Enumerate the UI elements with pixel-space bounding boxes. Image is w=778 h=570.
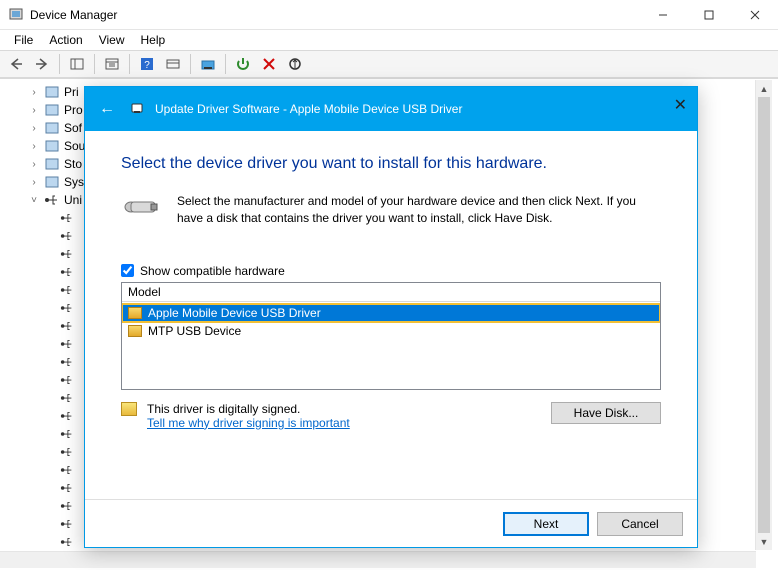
view-button[interactable] [161, 53, 185, 75]
model-item-apple[interactable]: Apple Mobile Device USB Driver [122, 304, 660, 322]
menu-bar: File Action View Help [0, 30, 778, 50]
menu-help[interactable]: Help [133, 31, 174, 49]
help-button[interactable]: ? [135, 53, 159, 75]
scan-hardware-button[interactable] [283, 53, 307, 75]
expand-icon[interactable]: › [28, 176, 40, 188]
tree-node-label: Uni [64, 193, 82, 207]
forward-button[interactable] [30, 53, 54, 75]
enable-button[interactable] [231, 53, 255, 75]
model-listbox[interactable]: Model Apple Mobile Device USB Driver MTP… [121, 282, 661, 390]
horizontal-scrollbar[interactable] [0, 551, 756, 568]
expand-icon[interactable]: › [28, 140, 40, 152]
dialog-title-icon [129, 100, 145, 119]
driver-icon [128, 307, 142, 319]
expand-icon[interactable]: › [28, 86, 40, 98]
certificate-icon [121, 402, 137, 416]
properties-button[interactable] [100, 53, 124, 75]
signed-text: This driver is digitally signed. [147, 402, 350, 416]
show-compatible-checkbox[interactable]: Show compatible hardware [121, 264, 661, 278]
dialog-headline: Select the device driver you want to ins… [121, 155, 661, 173]
device-category-icon [44, 120, 60, 136]
expand-icon[interactable]: › [28, 122, 40, 134]
tree-node-label: Sto [64, 157, 82, 171]
toolbar: ? [0, 50, 778, 78]
tree-node-label: Sou [64, 139, 85, 153]
signing-info-link[interactable]: Tell me why driver signing is important [147, 416, 350, 430]
tree-node-label: Pri [64, 85, 79, 99]
have-disk-button[interactable]: Have Disk... [551, 402, 661, 424]
titlebar: Device Manager [0, 0, 778, 30]
collapse-icon[interactable]: ˅ [28, 194, 40, 206]
device-category-icon [44, 102, 60, 118]
show-hide-tree-button[interactable] [65, 53, 89, 75]
menu-action[interactable]: Action [41, 31, 90, 49]
dialog-titlebar: ← Update Driver Software - Apple Mobile … [85, 87, 697, 131]
tree-node-label: Sof [64, 121, 82, 135]
model-column-header[interactable]: Model [122, 283, 660, 302]
driver-icon [128, 325, 142, 337]
dialog-close-button[interactable]: ✕ [674, 95, 687, 115]
device-category-icon [44, 156, 60, 172]
device-category-icon [44, 84, 60, 100]
dialog-back-button[interactable]: ← [95, 98, 119, 120]
tree-node-label: Pro [64, 103, 83, 117]
show-compatible-label: Show compatible hardware [140, 264, 285, 278]
scroll-thumb[interactable] [758, 97, 770, 533]
maximize-button[interactable] [686, 0, 732, 30]
window-title: Device Manager [30, 8, 640, 22]
uninstall-button[interactable] [257, 53, 281, 75]
back-button[interactable] [4, 53, 28, 75]
vertical-scrollbar[interactable]: ▲ ▼ [755, 80, 772, 550]
menu-view[interactable]: View [91, 31, 133, 49]
cancel-button[interactable]: Cancel [597, 512, 683, 536]
usb-icon [44, 192, 60, 208]
model-label: MTP USB Device [148, 324, 241, 338]
menu-file[interactable]: File [6, 31, 41, 49]
close-button[interactable] [732, 0, 778, 30]
svg-text:?: ? [144, 60, 150, 71]
model-item-mtp[interactable]: MTP USB Device [122, 322, 660, 340]
hardware-icon [121, 193, 161, 226]
expand-icon[interactable]: › [28, 158, 40, 170]
show-compatible-checkbox-input[interactable] [121, 264, 134, 277]
dialog-footer: Next Cancel [85, 499, 697, 547]
expand-icon[interactable]: › [28, 104, 40, 116]
model-label: Apple Mobile Device USB Driver [148, 306, 321, 320]
device-category-icon [44, 174, 60, 190]
tree-node-label: Sys [64, 175, 84, 189]
next-button[interactable]: Next [503, 512, 589, 536]
scroll-up-arrow[interactable]: ▲ [756, 80, 772, 97]
dialog-info-text: Select the manufacturer and model of you… [177, 193, 661, 228]
scroll-down-arrow[interactable]: ▼ [756, 533, 772, 550]
update-driver-button[interactable] [196, 53, 220, 75]
device-manager-icon [8, 7, 24, 23]
dialog-title-text: Update Driver Software - Apple Mobile De… [155, 102, 462, 116]
device-category-icon [44, 138, 60, 154]
minimize-button[interactable] [640, 0, 686, 30]
update-driver-dialog: ✕ ← Update Driver Software - Apple Mobil… [84, 86, 698, 548]
